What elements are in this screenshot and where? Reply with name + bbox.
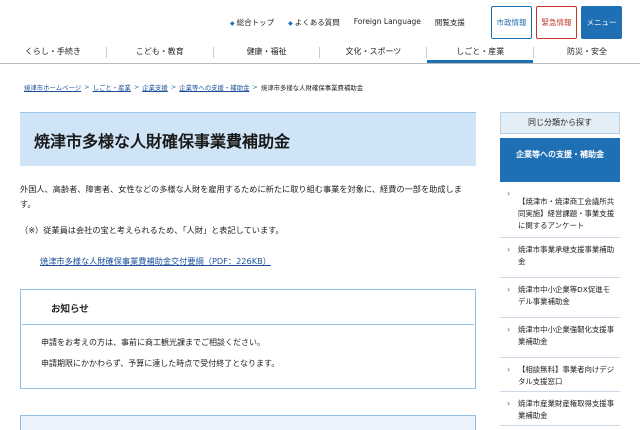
utility-links: ◆ 総合トップ ◆ よくある質問 Foreign Language 閲覧支援 [230,17,479,28]
chevron-right-icon: › [507,285,511,294]
arrow-icon: ◆ [230,20,235,27]
breadcrumb-home[interactable]: 焼津市ホームページ [24,83,81,92]
util-link-foreign[interactable]: Foreign Language [354,17,421,28]
next-section-box [20,415,476,430]
util-link-faq[interactable]: ◆ よくある質問 [288,17,340,28]
breadcrumb-separator: > [252,83,258,91]
sidebar-item-label: 【焼津市・焼津商工会議所共同実施】経営課題・事業支援に関するアンケート [518,197,615,230]
guideline-pdf-link[interactable]: 焼津市多様な人財確保事業費補助金交付要綱（PDF：226KB） [40,255,271,267]
sidebar-item-label: 【相談無料】事業者向けデジタル支援窓口 [518,365,615,386]
breadcrumb-shigoto[interactable]: しごと・産業 [93,83,131,92]
notice-line-2: 申請期限にかかわらず、予算に達した時点で受付終了となります。 [41,359,280,368]
sidebar-item-label: 焼津市事業承継支援事業補助金 [518,245,615,266]
chevron-right-icon: › [507,325,511,334]
breadcrumb-separator: > [84,83,90,91]
page-title: 焼津市多様な人財確保事業費補助金 [34,131,291,151]
sidebar-item-ip[interactable]: › 焼津市産業財産権取得支援事業補助金 [500,392,620,426]
nav-item-shigoto[interactable]: しごと・産業 [427,42,534,63]
utility-bar: ◆ 総合トップ ◆ よくある質問 Foreign Language 閲覧支援 市政情… [0,0,640,42]
chevron-right-icon: › [507,189,511,198]
notice-heading: お知らせ [51,304,89,315]
sidebar-list: › 【焼津市・焼津商工会議所共同実施】経営課題・事業支援に関するアンケート › 焼津… [500,182,620,426]
chevron-right-icon: › [507,365,511,374]
sidebar-item-dx[interactable]: › 焼津市中小企業等DX促進モデル事業補助金 [500,278,620,318]
sidebar-item-digital-support[interactable]: › 【相談無料】事業者向けデジタル支援窓口 [500,358,620,392]
util-link-accessibility[interactable]: 閲覧支援 [435,17,465,28]
nav-item-bunka[interactable]: 文化・スポーツ [320,42,426,63]
notice-box: お知らせ 申請をお考えの方は、事前に商工観光課までご相談ください。 申請期限にか… [20,289,476,389]
chevron-right-icon: › [507,245,511,254]
breadcrumb-current: 焼津市多様な人財確保事業費補助金 [260,84,364,92]
intro-paragraph: 外国人、高齢者、障害者、女性などの多様な人財を雇用するために新たに取り組む事業を… [20,184,462,209]
sidebar-item-label: 焼津市中小企業等DX促進モデル事業補助金 [518,285,611,306]
util-link-faq-label: よくある質問 [294,18,340,27]
breadcrumb-separator: > [170,83,177,91]
breadcrumb-hojokin[interactable]: 企業等への支援・補助金 [179,83,249,92]
breadcrumb: 焼津市ホームページ > しごと・産業 > 企業支援 > 企業等への支援・補助金 > 焼津… [24,83,363,92]
arrow-icon: ◆ [288,20,293,27]
chevron-right-icon: › [507,399,511,408]
sidebar-category[interactable]: 企業等への支援・補助金 [500,138,620,182]
nav-item-kurashi[interactable]: くらし・手続き [0,42,106,63]
notice-divider [22,324,474,325]
sidebar-heading: 同じ分類から探す [500,112,620,134]
note-paragraph: （※）従業員は会社の宝と考えられるため、「人財」と表記しています。 [20,225,284,235]
emergency-info-button[interactable]: 緊急情報 [536,6,577,39]
menu-button[interactable]: メニュー [581,6,622,39]
global-nav: くらし・手続き こども・教育 健康・福祉 文化・スポーツ しごと・産業 防災・安… [0,42,640,64]
breadcrumb-kigyo[interactable]: 企業支援 [142,83,168,92]
util-link-top[interactable]: ◆ 総合トップ [230,17,274,28]
sidebar-item-label: 焼津市中小企業強靭化支援事業補助金 [518,325,615,346]
city-info-button[interactable]: 市政情報 [491,6,532,39]
notice-line-1: 申請をお考えの方は、事前に商工観光課までご相談ください。 [41,338,265,347]
page-title-box: 焼津市多様な人財確保事業費補助金 [20,112,476,166]
sidebar-item-survey[interactable]: › 【焼津市・焼津商工会議所共同実施】経営課題・事業支援に関するアンケート [500,182,620,238]
nav-item-bousai[interactable]: 防災・安全 [534,42,640,63]
nav-item-kodomo[interactable]: こども・教育 [107,42,213,63]
sidebar-item-label: 焼津市産業財産権取得支援事業補助金 [518,399,615,420]
breadcrumb-separator: > [133,83,140,91]
util-link-top-label: 総合トップ [236,18,275,27]
sidebar-item-resilience[interactable]: › 焼津市中小企業強靭化支援事業補助金 [500,318,620,358]
sidebar-item-succession[interactable]: › 焼津市事業承継支援事業補助金 [500,238,620,278]
nav-item-kenko[interactable]: 健康・福祉 [214,42,320,63]
